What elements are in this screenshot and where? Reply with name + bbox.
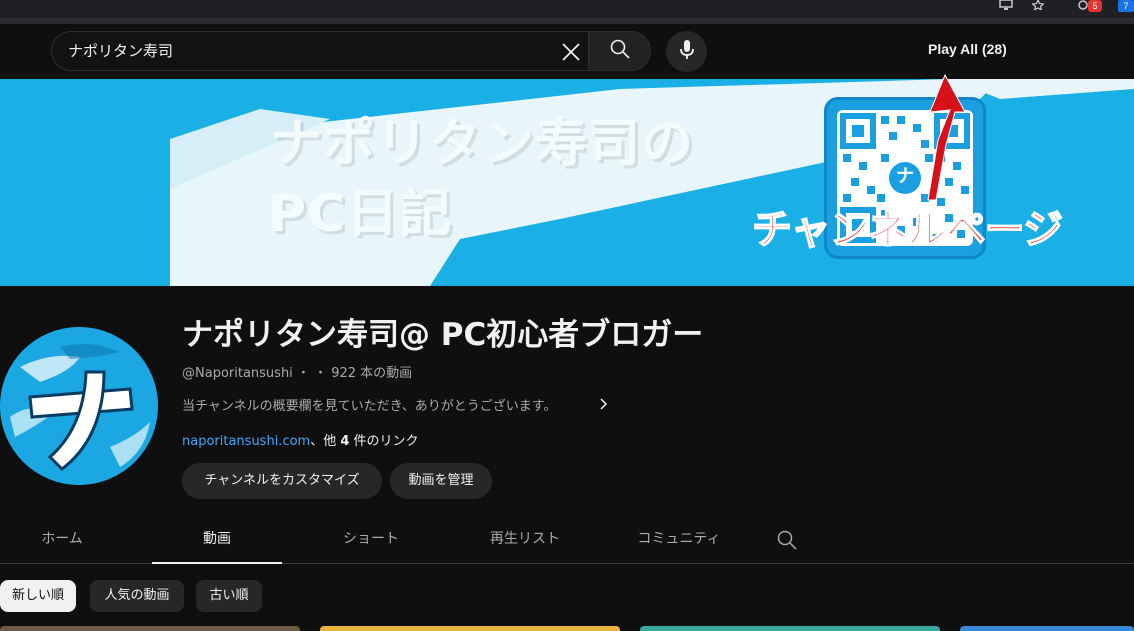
links-suffix-post[interactable]: 件のリンク bbox=[349, 434, 419, 449]
search-icon bbox=[609, 38, 631, 64]
tab-shorts[interactable]: ショート bbox=[306, 516, 436, 563]
meta-separator: ・ ・ bbox=[292, 366, 332, 381]
channel-description[interactable]: 当チャンネルの概要欄を見ていただき、ありがとうございます。 bbox=[182, 395, 556, 414]
banner-title-line1: ナポリタン寿司の bbox=[270, 114, 695, 174]
channel-name: ナポリタン寿司@ PC初心者ブロガー bbox=[182, 317, 704, 353]
banner-title-line2: PC日記 bbox=[268, 184, 453, 244]
tab-videos[interactable]: 動画 bbox=[152, 516, 282, 564]
annotation-label: チャンネルページ bbox=[751, 206, 1064, 254]
channel-meta: @Naporitansushi ・ ・ 922 本の動画 bbox=[182, 362, 412, 381]
channel-links: naporitansushi.com、他 4 件のリンク bbox=[182, 430, 419, 449]
video-thumbnail[interactable] bbox=[0, 626, 300, 631]
customize-channel-button[interactable]: チャンネルをカスタマイズ bbox=[182, 463, 382, 499]
notification-badge: 5 bbox=[1088, 0, 1102, 12]
video-thumbnail[interactable] bbox=[320, 626, 620, 631]
chip-newest[interactable]: 新しい順 bbox=[0, 580, 76, 612]
manage-videos-button[interactable]: 動画を管理 bbox=[390, 463, 492, 499]
channel-tabs: ホーム 動画 ショート 再生リスト コミュニティ bbox=[0, 516, 1134, 564]
masthead: Play All (28) bbox=[0, 24, 1134, 79]
tab-playlists[interactable]: 再生リスト bbox=[460, 516, 590, 563]
qr-center-logo: ナ bbox=[896, 166, 914, 187]
search-input[interactable] bbox=[68, 32, 548, 70]
play-all-button[interactable]: Play All (28) bbox=[928, 41, 1007, 57]
chip-oldest[interactable]: 古い順 bbox=[196, 580, 262, 612]
voice-search-button[interactable] bbox=[666, 31, 707, 72]
links-suffix-pre[interactable]: 、他 bbox=[310, 434, 340, 449]
star-icon[interactable] bbox=[1030, 0, 1046, 10]
tab-home[interactable]: ホーム bbox=[0, 516, 124, 563]
tab-community[interactable]: コミュニティ bbox=[614, 516, 744, 563]
channel-website-link[interactable]: naporitansushi.com bbox=[182, 434, 310, 449]
avatar-art bbox=[0, 327, 158, 485]
chevron-right-icon[interactable] bbox=[598, 396, 610, 412]
channel-handle: @Naporitansushi bbox=[182, 366, 293, 381]
monitor-icon[interactable] bbox=[998, 0, 1014, 10]
mic-icon bbox=[678, 39, 696, 65]
video-thumbnail[interactable] bbox=[640, 626, 940, 631]
chip-popular[interactable]: 人気の動画 bbox=[90, 580, 184, 612]
search-box bbox=[51, 31, 588, 71]
channel-banner: ナポリタン寿司の PC日記 ナ チャンネルページ bbox=[0, 79, 1134, 286]
browser-toolbar: 5 7 bbox=[0, 0, 1134, 24]
clear-icon[interactable] bbox=[560, 41, 582, 63]
extension-badge[interactable]: 7 bbox=[1118, 0, 1134, 12]
search-button[interactable] bbox=[588, 31, 651, 71]
video-thumbnail[interactable] bbox=[960, 626, 1134, 631]
video-count: 922 本の動画 bbox=[331, 366, 413, 381]
tab-search-icon[interactable] bbox=[776, 529, 798, 551]
channel-avatar[interactable]: ナ bbox=[0, 327, 158, 485]
